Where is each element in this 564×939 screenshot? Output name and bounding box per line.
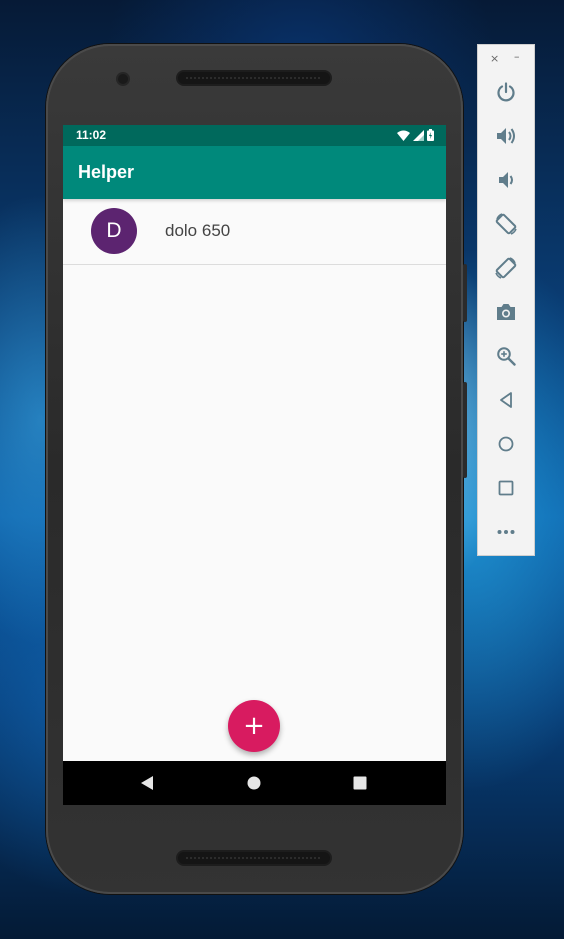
home-button[interactable]: [494, 432, 518, 456]
power-button[interactable]: [494, 80, 518, 104]
nav-recents-button[interactable]: [350, 773, 370, 793]
power-icon: [497, 82, 515, 102]
bottom-speaker-grille: [178, 852, 330, 864]
back-button[interactable]: [494, 388, 518, 412]
overview-button[interactable]: [494, 476, 518, 500]
status-bar: 11:02: [63, 125, 446, 146]
signal-icon: [413, 129, 424, 144]
volume-down-icon: [499, 172, 513, 188]
app-bar: Helper: [63, 146, 446, 199]
home-icon: [247, 776, 261, 790]
emulator-toolbar: × –: [477, 44, 535, 556]
overview-icon: [498, 480, 514, 496]
zoom-button[interactable]: [494, 344, 518, 368]
toolbar-close-button[interactable]: ×: [490, 52, 499, 65]
list-item-label: dolo 650: [165, 221, 231, 240]
volume-down-button[interactable]: [494, 168, 518, 192]
back-icon: [500, 392, 512, 408]
avatar: D: [91, 208, 137, 254]
more-icon: [497, 530, 515, 534]
navigation-bar: [63, 761, 446, 805]
toolbar-minimize-button[interactable]: –: [514, 50, 520, 63]
avatar-letter: D: [106, 219, 122, 242]
front-camera: [118, 74, 128, 84]
status-icons: [397, 129, 434, 144]
top-speaker-grille: [178, 72, 330, 84]
home-icon: [498, 436, 514, 452]
phone-power-key: [463, 264, 467, 322]
rotate-left-button[interactable]: [494, 212, 518, 236]
back-icon: [141, 776, 153, 790]
rotate-right-icon: [495, 257, 517, 279]
camera-button[interactable]: [494, 300, 518, 324]
nav-back-button[interactable]: [137, 773, 157, 793]
volume-up-icon: [497, 128, 515, 144]
wifi-icon: [397, 130, 410, 144]
phone-screen: 11:02 Helper D dolo 650 +: [63, 125, 446, 805]
rotate-right-button[interactable]: [494, 256, 518, 280]
nav-home-button[interactable]: [244, 773, 264, 793]
add-fab-button[interactable]: +: [228, 700, 280, 752]
rotate-left-icon: [495, 213, 517, 235]
camera-icon: [497, 304, 515, 320]
app-title: Helper: [78, 162, 135, 182]
medicine-list: D dolo 650: [63, 199, 446, 265]
zoom-icon: [497, 347, 516, 366]
recents-icon: [353, 776, 367, 790]
battery-icon: [427, 129, 434, 144]
list-item[interactable]: D dolo 650: [63, 199, 446, 265]
more-button[interactable]: [494, 520, 518, 544]
volume-up-button[interactable]: [494, 124, 518, 148]
status-time: 11:02: [76, 128, 107, 142]
phone-volume-key: [463, 382, 467, 478]
add-icon: +: [243, 711, 265, 741]
